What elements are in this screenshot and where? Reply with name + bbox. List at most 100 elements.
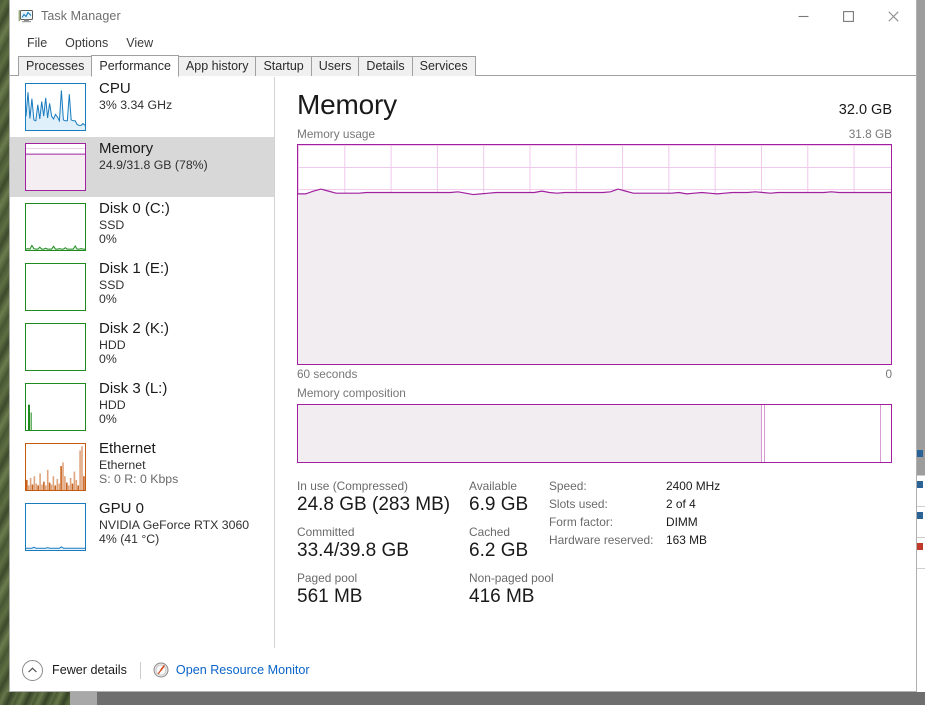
spec-label: Speed: <box>549 479 587 493</box>
sidebar-item-detail-1: HDD <box>99 397 126 412</box>
sidebar-item-label: Disk 2 (K:) <box>99 320 170 337</box>
spec-value: 163 MB <box>666 533 707 547</box>
open-resource-monitor-button[interactable]: Open Resource Monitor <box>153 662 310 678</box>
sidebar-item-info: Memory 24.9/31.8 GB (78%) <box>99 140 208 172</box>
maximize-button[interactable] <box>826 0 871 32</box>
sidebar-thumbnail-3 <box>25 263 86 311</box>
title-bar[interactable]: Task Manager <box>10 0 916 32</box>
sidebar-item-detail-1: HDD <box>99 337 126 352</box>
tab-services[interactable]: Services <box>411 56 476 76</box>
resource-sidebar[interactable]: CPU 3% 3.34 GHz Memory 24.9/31.8 GB (78%) … <box>10 77 275 648</box>
close-button[interactable] <box>871 0 916 32</box>
sidebar-item-gpu-0[interactable]: GPU 0 NVIDIA GeForce RTX 3060 4% (41 °C) <box>10 497 274 557</box>
sidebar-item-memory[interactable]: Memory 24.9/31.8 GB (78%) <box>10 137 274 197</box>
spec-label: Slots used: <box>549 497 608 511</box>
tab-processes[interactable]: Processes <box>18 56 93 76</box>
stat-label: Cached <box>469 525 510 539</box>
sidebar-item-label: GPU 0 <box>99 500 145 517</box>
sidebar-item-detail-2: 0% <box>99 232 117 247</box>
stat-value: 561 MB <box>297 586 363 607</box>
sidebar-item-info: Disk 3 (L:) HDD 0% <box>99 380 167 427</box>
usage-graph-label: Memory usage <box>297 127 376 141</box>
taskbar-active-region <box>97 692 925 705</box>
stat-row: Paged pool 561 MB Non-paged pool 416 MB <box>297 571 554 608</box>
window-title: Task Manager <box>41 9 121 23</box>
task-manager-icon <box>18 8 34 24</box>
stat-row: In use (Compressed) 24.8 GB (283 MB) Avail… <box>297 479 549 516</box>
minimize-button[interactable] <box>781 0 826 32</box>
memory-composition-bar[interactable] <box>297 404 892 463</box>
background-list-icon <box>917 481 923 488</box>
spec-label: Form factor: <box>549 515 614 529</box>
tab-app-history[interactable]: App history <box>177 56 257 76</box>
composition-label: Memory composition <box>297 386 406 400</box>
stat-label: Paged pool <box>297 571 358 585</box>
tab-users[interactable]: Users <box>310 56 360 76</box>
usage-graph-axis: 60 seconds 0 <box>297 367 892 381</box>
tab-startup[interactable]: Startup <box>255 56 312 76</box>
sidebar-item-detail-2: 4% (41 °C) <box>99 532 160 547</box>
sidebar-item-info: GPU 0 NVIDIA GeForce RTX 3060 4% (41 °C) <box>99 500 249 547</box>
sidebar-item-ethernet[interactable]: Ethernet Ethernet S: 0 R: 0 Kbps <box>10 437 274 497</box>
sidebar-item-detail-2: 0% <box>99 292 117 307</box>
sidebar-item-label: Disk 3 (L:) <box>99 380 168 397</box>
sidebar-item-info: Disk 0 (C:) SSD 0% <box>99 200 170 247</box>
sidebar-item-label: Memory <box>99 140 154 157</box>
sidebar-thumbnail-0 <box>25 83 86 131</box>
spec-row: Slots used: 2 of 4 <box>549 497 720 511</box>
sidebar-item-cpu[interactable]: CPU 3% 3.34 GHz <box>10 77 274 137</box>
menu-options[interactable]: Options <box>56 34 117 53</box>
stat-value: 416 MB <box>469 586 535 607</box>
footer-divider <box>139 661 141 679</box>
stat-label: Non-paged pool <box>469 571 554 585</box>
tab-strip: Processes Performance App history Startu… <box>10 54 916 77</box>
sidebar-item-disk-2-k[interactable]: Disk 2 (K:) HDD 0% <box>10 317 274 377</box>
sidebar-thumbnail-2 <box>25 203 86 251</box>
spec-row: Form factor: DIMM <box>549 515 720 529</box>
sidebar-item-info: CPU 3% 3.34 GHz <box>99 80 172 112</box>
background-list-icon <box>917 512 923 519</box>
memory-detail-pane: Memory 32.0 GB Memory usage 31.8 GB 60 s… <box>275 77 916 648</box>
sidebar-item-detail-1: SSD <box>99 277 125 292</box>
menu-view[interactable]: View <box>117 34 162 53</box>
spec-value: 2 of 4 <box>666 497 696 511</box>
total-memory-label: 32.0 GB <box>838 102 892 118</box>
tab-performance[interactable]: Performance <box>91 55 179 77</box>
stat-value: 24.8 GB (283 MB) <box>297 494 451 515</box>
fewer-details-button[interactable]: Fewer details <box>22 659 127 681</box>
memory-stats: In use (Compressed) 24.8 GB (283 MB) Avail… <box>297 479 892 617</box>
detail-header: Memory 32.0 GB <box>297 89 892 121</box>
sidebar-thumbnail-4 <box>25 323 86 371</box>
spec-row: Hardware reserved: 163 MB <box>549 533 720 547</box>
spec-label: Hardware reserved: <box>549 533 654 547</box>
background-list-icon <box>917 543 923 550</box>
task-manager-window: Task Manager File Options View Processes… <box>9 0 917 692</box>
stat-non-paged-pool: Non-paged pool 416 MB <box>469 571 554 608</box>
background-window-panel <box>916 0 925 475</box>
open-resource-monitor-label: Open Resource Monitor <box>175 663 310 677</box>
spec-row: Speed: 2400 MHz <box>549 479 720 493</box>
menu-file[interactable]: File <box>18 34 56 53</box>
memory-usage-plot <box>298 188 891 364</box>
usage-graph-max: 31.8 GB <box>848 127 892 141</box>
sidebar-thumbnail-7 <box>25 503 86 551</box>
memory-stats-primary: In use (Compressed) 24.8 GB (283 MB) Avail… <box>297 479 554 617</box>
window-controls <box>781 0 916 32</box>
stat-value: 6.9 GB <box>469 494 529 515</box>
tab-details[interactable]: Details <box>358 56 413 76</box>
stat-label: Committed <box>297 525 355 539</box>
background-list-icon <box>917 450 923 457</box>
sidebar-item-disk-0-c[interactable]: Disk 0 (C:) SSD 0% <box>10 197 274 257</box>
page-title: Memory <box>297 89 397 120</box>
sidebar-thumbnail-5 <box>25 383 86 431</box>
memory-usage-graph[interactable] <box>297 144 892 365</box>
sidebar-item-disk-3-l[interactable]: Disk 3 (L:) HDD 0% <box>10 377 274 437</box>
composition-divider <box>763 405 765 462</box>
stat-available: Available 6.9 GB <box>469 479 549 516</box>
sidebar-item-disk-1-e[interactable]: Disk 1 (E:) SSD 0% <box>10 257 274 317</box>
composition-inuse-segment <box>298 405 763 462</box>
stat-label: Available <box>469 479 518 493</box>
sidebar-item-label: Disk 0 (C:) <box>99 200 170 217</box>
stat-value: 33.4/39.8 GB <box>297 540 409 561</box>
stat-value: 6.2 GB <box>469 540 529 561</box>
